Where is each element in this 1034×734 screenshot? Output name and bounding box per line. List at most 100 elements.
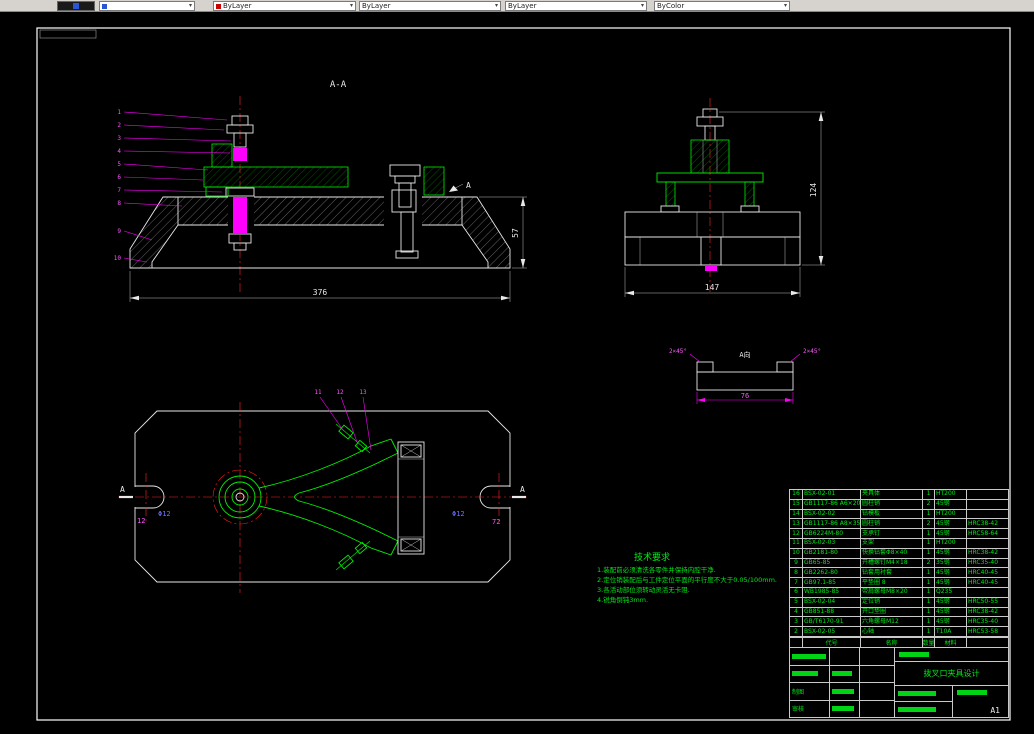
tech-req-item: 4.锐角倒钝3mm.: [597, 595, 648, 604]
section-arrow-label: A: [466, 181, 471, 190]
header-mat: 材料: [935, 638, 967, 647]
leader-label: 1: [117, 109, 121, 116]
table-row: 13 GB1117-86 A8×35 圆柱销 2 45钢 HRC38-42: [789, 518, 1009, 530]
dim-notch-left: 12: [137, 517, 145, 525]
leader-label: 13: [359, 389, 367, 396]
redacted-bar: [957, 690, 987, 695]
chevron-down-icon: ▾: [494, 2, 498, 9]
linetype-combo-value: ByLayer: [362, 1, 391, 10]
chevron-down-icon: ▾: [349, 2, 353, 9]
redacted-bar: [832, 706, 854, 712]
dim-hole-left: Φ12: [158, 510, 171, 518]
chevron-down-icon: ▾: [640, 2, 644, 9]
leader-label: 11: [314, 389, 322, 396]
tech-req-item: 3.各活动部位须转动灵活无卡阻.: [597, 585, 690, 594]
header-name: 名称: [861, 638, 923, 647]
table-row: 6 WB1985-85 带肩螺母M8×20 1 Q235: [789, 586, 1009, 598]
section-view-label: A-A: [330, 80, 347, 90]
tech-requirements: 技术要求 1.装配前必须清洗各零件并保持内腔干净. 2.定位销装配后与工件定位平…: [597, 551, 777, 604]
cut-mark-label: A: [520, 485, 525, 494]
label-check: 审核: [792, 706, 805, 714]
leader-label: 6: [117, 174, 121, 181]
leader-label: 8: [117, 200, 121, 207]
table-row: 7 GB97.1-85 平垫圈 8 1 45钢 HRC40-45: [789, 577, 1009, 588]
title-block-left: 制图 审核: [790, 648, 895, 717]
parts-table-body: 16 BSX-02-01 夹具体 1 HT200 15 GB1117-86 A6×20 圆柱销…: [789, 489, 1009, 637]
toolbar: ▾ ByLayer ▾ ByLayer ▾ ByLayer ▾ ByColor …: [0, 0, 1034, 12]
app-icon[interactable]: [57, 1, 95, 11]
section-arrow: A: [449, 181, 471, 192]
table-row: 15 GB1117-86 A6×20 圆柱销 2 45钢: [789, 498, 1009, 510]
table-row: 14 BSX-02-02 钻模板 1 HT200: [789, 508, 1009, 520]
section-view: A-A A 1 2 3 4 5 6 7 8 9 10 376 57: [114, 80, 527, 302]
color-combo[interactable]: ByLayer ▾: [213, 1, 356, 11]
color-swatch-icon: [216, 3, 221, 9]
leader-label: 4: [117, 148, 121, 155]
color-combo-value: ByLayer: [223, 1, 252, 10]
detail-view-label: A向: [739, 350, 750, 359]
tech-req-item: 1.装配前必须清洗各零件并保持内腔干净.: [597, 565, 716, 574]
dim-base-length: 376: [129, 271, 511, 302]
tech-req-title: 技术要求: [634, 551, 670, 563]
redacted-bar: [899, 652, 929, 657]
linetype-combo[interactable]: ByLayer ▾: [359, 1, 501, 11]
redacted-bar: [792, 653, 826, 659]
section-cut-marks: A A: [119, 485, 526, 499]
redacted-bar: [832, 688, 854, 694]
chevron-down-icon: ▾: [188, 2, 192, 9]
chamfer-label: 2×45°: [669, 348, 687, 355]
header-code: 代号: [803, 638, 861, 647]
lineweight-combo-value: ByLayer: [508, 1, 537, 10]
table-row: 9 GB65-85 开槽螺钉M4×18 2 35钢 HRC35-40: [789, 557, 1009, 569]
svg-text:376: 376: [313, 288, 328, 297]
dim-detail-width: 76: [696, 392, 794, 404]
plotstyle-combo-value: ByColor: [657, 1, 685, 10]
tech-req-item: 2.定位销装配后与工件定位平面的平行度不大于0.05/100mm.: [597, 575, 777, 584]
svg-text:76: 76: [741, 392, 749, 400]
header-qty: 数量: [923, 638, 935, 647]
layer-combo[interactable]: ▾: [99, 1, 195, 11]
leader-label: 2: [117, 122, 121, 129]
layer-swatch-icon: [102, 3, 107, 9]
table-row: 10 GB2181-80 快换钻套Φ8×40 1 45钢 HRC38-42: [789, 547, 1009, 559]
redacted-bar: [898, 691, 936, 696]
leader-label: 10: [114, 255, 122, 262]
lineweight-combo[interactable]: ByLayer ▾: [505, 1, 647, 11]
cut-mark-label: A: [120, 485, 125, 494]
dim-hole-right: Φ12: [452, 510, 465, 518]
title-block-header: 代号 名称 数量 材料: [790, 638, 1008, 648]
dim-side-height: 124: [719, 111, 825, 266]
layer-icon: [73, 3, 79, 9]
table-row: 12 GB6224M-80 支承钉 1 45钢 HRC58-64: [789, 528, 1009, 539]
chamfer-label: 2×45°: [803, 348, 821, 355]
dim-notch-right: 72: [492, 518, 500, 526]
plan-view: 11 12 13 A A 12 Φ12 Φ12 72: [118, 389, 527, 593]
dim-side-width: 147: [624, 267, 801, 297]
table-row: 2 BSX-02-05 心轴 1 T10A HRC53-58: [789, 626, 1009, 637]
table-row: 8 GB2262-80 钻套用衬套 1 45钢 HRC40-45: [789, 567, 1009, 579]
title-block-right: 拨叉口夹具设计 A1: [895, 648, 1008, 717]
table-row: 16 BSX-02-01 夹具体 1 HT200: [789, 489, 1009, 500]
side-view: 147 124: [624, 98, 825, 297]
svg-text:57: 57: [511, 228, 520, 238]
sheet-size: A1: [990, 706, 1000, 715]
plotstyle-combo[interactable]: ByColor ▾: [654, 1, 790, 11]
leader-label: 7: [117, 187, 121, 194]
redacted-bar: [898, 707, 936, 712]
drawing-title: 拨叉口夹具设计: [895, 662, 1008, 686]
leader-label: 5: [117, 161, 121, 168]
leader-label: 9: [117, 228, 121, 235]
parts-table: 16 BSX-02-01 夹具体 1 HT200 15 GB1117-86 A6×20 圆柱销…: [789, 489, 1009, 637]
leader-label: 3: [117, 135, 121, 142]
table-row: 5 BSX-02-04 定位销 1 45钢 HRC50-55: [789, 596, 1009, 608]
table-row: 4 GB851-88 开口垫圈 1 45钢 HRC38-42: [789, 606, 1009, 618]
redacted-bar: [792, 671, 818, 677]
chevron-down-icon: ▾: [783, 2, 787, 9]
leader-label: 12: [336, 389, 344, 396]
detail-view: A向 2×45° 2×45° 76: [669, 348, 821, 404]
svg-text:124: 124: [809, 183, 818, 198]
label-draw: 制图: [792, 688, 805, 696]
title-block: 代号 名称 数量 材料 制图 审核 拨叉口夹具设计 A1: [789, 637, 1009, 718]
table-row: 3 GB/T6170-91 六角螺母M12 1 45钢 HRC35-40: [789, 616, 1009, 628]
redacted-bar: [832, 671, 852, 677]
